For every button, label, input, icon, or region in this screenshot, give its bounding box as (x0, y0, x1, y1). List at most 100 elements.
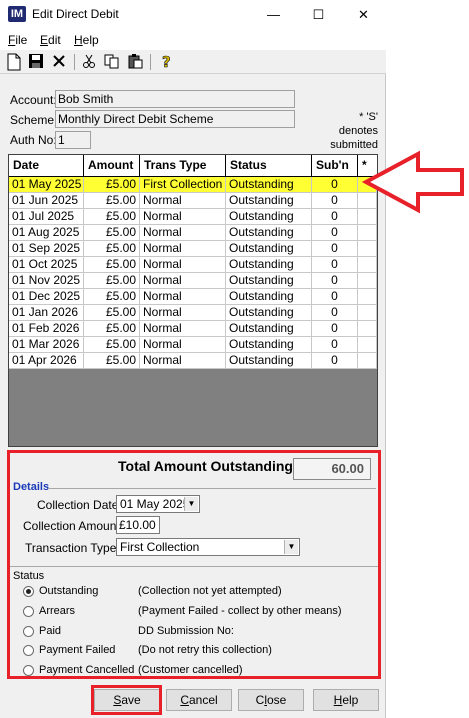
cell-date: 01 May 2025 (9, 177, 84, 193)
scheme-field: Monthly Direct Debit Scheme (55, 110, 295, 128)
collections-grid[interactable]: Date Amount Trans Type Status Sub'n * 01… (8, 154, 378, 447)
toolbar-separator (74, 54, 75, 70)
cell-type: First Collection (140, 177, 226, 193)
cell-date: 01 Mar 2026 (9, 337, 84, 353)
window-title: Edit Direct Debit (32, 7, 119, 21)
menu-edit[interactable]: Edit (40, 33, 61, 47)
table-row[interactable]: 01 May 2025 £5.00 First Collection Outstand… (9, 177, 377, 193)
cell-amount: £5.00 (84, 353, 140, 369)
cell-type: Normal (140, 241, 226, 257)
close-pre: C (255, 693, 265, 707)
menu-bar: File Edit Help (0, 30, 386, 50)
submitted-note-line2: denotes (338, 125, 378, 137)
auth-no-label: Auth No: (10, 133, 57, 147)
new-document-icon[interactable] (6, 53, 24, 71)
details-highlight-box (7, 450, 381, 679)
cell-status: Outstanding (226, 353, 312, 369)
cell-flag (358, 241, 377, 257)
cell-date: 01 Aug 2025 (9, 225, 84, 241)
cell-type: Normal (140, 257, 226, 273)
cell-status: Outstanding (226, 337, 312, 353)
col-header-amount[interactable]: Amount (84, 155, 140, 176)
cell-subn: 0 (312, 257, 358, 273)
cell-date: 01 Oct 2025 (9, 257, 84, 273)
cell-flag (358, 257, 377, 273)
cell-status: Outstanding (226, 177, 312, 193)
cell-flag (358, 337, 377, 353)
svg-text:?: ? (162, 53, 171, 69)
save-disk-icon[interactable] (28, 53, 46, 71)
cell-type: Normal (140, 289, 226, 305)
minimize-button[interactable]: — (251, 0, 296, 30)
scheme-label: Scheme: (10, 113, 58, 127)
menu-edit-rest: dit (48, 33, 61, 47)
table-row[interactable]: 01 Nov 2025 £5.00 Normal Outstanding 0 (9, 273, 377, 289)
table-row[interactable]: 01 Sep 2025 £5.00 Normal Outstanding 0 (9, 241, 377, 257)
table-row[interactable]: 01 Apr 2026 £5.00 Normal Outstanding 0 (9, 353, 377, 369)
help-question-icon[interactable]: ? (158, 53, 176, 72)
red-arrow-annotation (361, 150, 464, 214)
cell-subn: 0 (312, 193, 358, 209)
cell-date: 01 Feb 2026 (9, 321, 84, 337)
cell-status: Outstanding (226, 209, 312, 225)
table-row[interactable]: 01 Jul 2025 £5.00 Normal Outstanding 0 (9, 209, 377, 225)
cell-flag (358, 273, 377, 289)
cell-subn: 0 (312, 305, 358, 321)
menu-file[interactable]: File (8, 33, 27, 47)
cell-amount: £5.00 (84, 273, 140, 289)
table-row[interactable]: 01 Feb 2026 £5.00 Normal Outstanding 0 (9, 321, 377, 337)
cell-amount: £5.00 (84, 305, 140, 321)
cell-amount: £5.00 (84, 225, 140, 241)
grid-header: Date Amount Trans Type Status Sub'n * (9, 155, 377, 177)
menu-help[interactable]: Help (74, 33, 99, 47)
table-row[interactable]: 01 Aug 2025 £5.00 Normal Outstanding 0 (9, 225, 377, 241)
title-bar: IM Edit Direct Debit — ☐ ✕ (0, 0, 386, 30)
cell-type: Normal (140, 337, 226, 353)
table-row[interactable]: 01 Dec 2025 £5.00 Normal Outstanding 0 (9, 289, 377, 305)
cell-status: Outstanding (226, 289, 312, 305)
cell-date: 01 Dec 2025 (9, 289, 84, 305)
cell-status: Outstanding (226, 305, 312, 321)
cut-scissors-icon[interactable] (81, 53, 99, 71)
account-label: Account: (10, 93, 57, 107)
toolbar-separator (150, 54, 151, 70)
cell-flag (358, 353, 377, 369)
col-header-trans-type[interactable]: Trans Type (140, 155, 226, 176)
table-row[interactable]: 01 Jun 2025 £5.00 Normal Outstanding 0 (9, 193, 377, 209)
cell-amount: £5.00 (84, 289, 140, 305)
cell-subn: 0 (312, 337, 358, 353)
maximize-button[interactable]: ☐ (296, 0, 341, 30)
cell-date: 01 Nov 2025 (9, 273, 84, 289)
cell-type: Normal (140, 305, 226, 321)
table-row[interactable]: 01 Mar 2026 £5.00 Normal Outstanding 0 (9, 337, 377, 353)
cell-amount: £5.00 (84, 193, 140, 209)
table-row[interactable]: 01 Jan 2026 £5.00 Normal Outstanding 0 (9, 305, 377, 321)
close-window-button[interactable]: ✕ (341, 0, 386, 30)
cell-subn: 0 (312, 225, 358, 241)
cell-status: Outstanding (226, 321, 312, 337)
copy-icon[interactable] (104, 53, 122, 71)
cell-date: 01 Apr 2026 (9, 353, 84, 369)
delete-x-icon[interactable] (51, 53, 69, 71)
cell-subn: 0 (312, 353, 358, 369)
submitted-note: * 'S' denotes submitted (318, 110, 378, 152)
col-header-subn[interactable]: Sub'n (312, 155, 358, 176)
help-button[interactable]: Help (313, 689, 379, 711)
cell-amount: £5.00 (84, 257, 140, 273)
cancel-button[interactable]: Cancel (166, 689, 232, 711)
cell-subn: 0 (312, 241, 358, 257)
cell-amount: £5.00 (84, 241, 140, 257)
col-header-status[interactable]: Status (226, 155, 312, 176)
paste-icon[interactable] (127, 53, 145, 71)
close-rest: ose (266, 693, 287, 707)
col-header-date[interactable]: Date (9, 155, 84, 176)
table-row[interactable]: 01 Oct 2025 £5.00 Normal Outstanding 0 (9, 257, 377, 273)
close-button[interactable]: Close (238, 689, 304, 711)
cell-flag (358, 289, 377, 305)
cell-date: 01 Jan 2026 (9, 305, 84, 321)
account-field: Bob Smith (55, 90, 295, 108)
cell-subn: 0 (312, 289, 358, 305)
cell-date: 01 Jul 2025 (9, 209, 84, 225)
cancel-accel: C (180, 693, 189, 707)
help-rest: elp (342, 693, 359, 707)
